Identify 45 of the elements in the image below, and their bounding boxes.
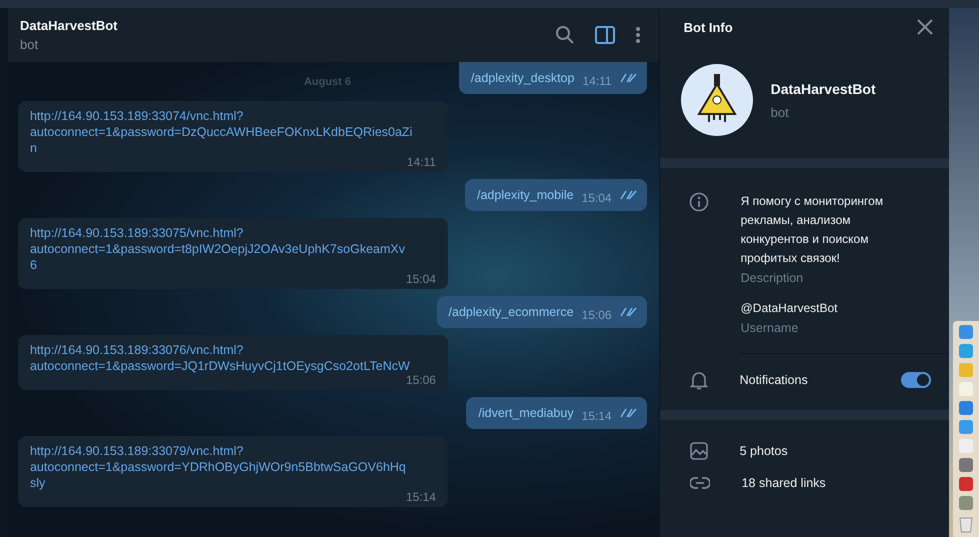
message-time: 15:04: [406, 273, 436, 285]
bot-name: DataHarvestBot: [770, 80, 876, 96]
message-link[interactable]: http://164.90.153.189:33076/vnc.html? autoconnect=1&password=JQ1rDWsHuyvCj1tOEysgCso2otLTeNcW: [30, 342, 436, 374]
media-count[interactable]: 5 photos: [740, 444, 788, 458]
message-time: 14:11: [582, 74, 612, 88]
message-time: 15:06: [406, 374, 436, 386]
search-icon[interactable]: [554, 25, 575, 45]
app-icon[interactable]: [959, 496, 973, 510]
bot-username[interactable]: @DataHarvestBot: [740, 299, 911, 318]
link-icon: [690, 477, 710, 489]
chat-title: DataHarvestBot: [20, 18, 118, 33]
close-icon[interactable]: [917, 19, 933, 35]
more-menu-icon[interactable]: [634, 26, 641, 44]
description-label: Description: [740, 271, 804, 285]
username-label: Username: [740, 321, 800, 335]
trash-icon[interactable]: [958, 515, 974, 533]
app-icon[interactable]: [959, 458, 973, 472]
app-icon[interactable]: [959, 477, 973, 491]
chat-subtitle: bot: [20, 37, 40, 52]
command-text: /adplexity_mobile: [476, 188, 574, 202]
notifications-toggle[interactable]: [901, 372, 931, 388]
message-link[interactable]: http://164.90.153.189:33075/vnc.html? autoconnect=1&password=t8pIW2OepjJ2OAv3eUphK7soGkeamXv 6: [30, 225, 436, 273]
bell-icon: [690, 370, 708, 390]
message-time: 15:14: [582, 409, 612, 423]
notifications-label: Notifications: [740, 373, 809, 387]
command-text: /adplexity_ecommerce: [448, 305, 574, 319]
bot-subtitle: bot: [770, 104, 790, 120]
panel-title: Bot Info: [684, 20, 733, 34]
bot-description: Я помогу с мониторингом рекламы, анализом конкурентов и поиском профитых связок!: [740, 193, 884, 267]
message-time: 14:11: [406, 156, 436, 168]
message-link[interactable]: http://164.90.153.189:33074/vnc.html? autoconnect=1&password=DzQuccAWHBeeFOKnxLKdbEQRies0aZi n: [30, 108, 436, 156]
message-time: 15:14: [406, 491, 436, 503]
app-icon[interactable]: [959, 344, 973, 358]
command-text: /idvert_mediabuy: [478, 406, 574, 420]
sidebar-toggle-icon[interactable]: [594, 26, 615, 44]
message-link[interactable]: http://164.90.153.189:33079/vnc.html? autoconnect=1&password=YDRhOByGhjWOr9n5BbtwSaGOV6hHq sly: [30, 443, 436, 491]
message-time: 15:06: [582, 308, 612, 322]
command-text: /adplexity_desktop: [470, 71, 574, 85]
info-icon: [688, 192, 709, 212]
app-icon[interactable]: [959, 325, 973, 339]
app-icon[interactable]: [959, 401, 973, 415]
image-icon: [690, 442, 708, 460]
app-icon[interactable]: [959, 420, 973, 434]
message-time: 15:04: [582, 191, 612, 205]
media-count[interactable]: 18 shared links: [742, 476, 826, 490]
